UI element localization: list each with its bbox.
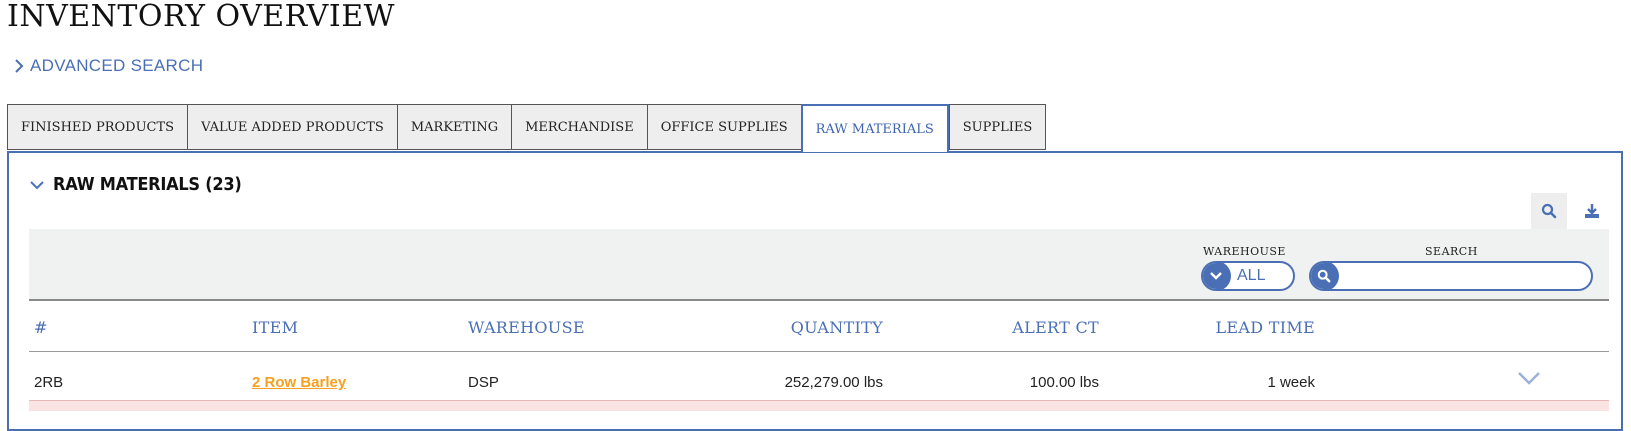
download-button[interactable] <box>1577 193 1607 229</box>
column-header-id[interactable]: # <box>34 318 48 337</box>
chevron-down-icon <box>1210 272 1222 280</box>
column-header-lead-time[interactable]: LEAD TIME <box>1199 318 1315 337</box>
tab-finished-products[interactable]: FINISHED PRODUCTS <box>7 104 188 150</box>
search-icon <box>1317 269 1331 283</box>
panel-title: RAW MATERIALS (23) <box>53 174 242 195</box>
tab-office-supplies[interactable]: OFFICE SUPPLIES <box>646 104 801 150</box>
filter-bar: WAREHOUSE SEARCH ALL <box>29 229 1609 301</box>
alert-row <box>29 400 1609 411</box>
raw-materials-panel: RAW MATERIALS (23) WAREHOUSE SEARCH ALL <box>7 151 1623 431</box>
cell-quantity: 252,279.00 lbs <box>784 374 883 391</box>
tab-marketing[interactable]: MARKETING <box>396 104 512 150</box>
cell-id: 2RB <box>34 374 64 391</box>
warehouse-select[interactable]: ALL <box>1201 261 1295 291</box>
warehouse-selected-value: ALL <box>1237 267 1266 284</box>
search-submit-button[interactable] <box>1311 263 1339 289</box>
advanced-search-label: ADVANCED SEARCH <box>30 56 204 75</box>
search-field[interactable] <box>1309 261 1593 291</box>
column-header-quantity[interactable]: QUANTITY <box>769 318 883 337</box>
tab-raw-materials[interactable]: RAW MATERIALS <box>800 104 949 152</box>
page-title: INVENTORY OVERVIEW <box>7 0 395 34</box>
row-expand-icon[interactable] <box>1517 369 1541 387</box>
panel-collapse-toggle[interactable]: RAW MATERIALS (23) <box>29 174 262 195</box>
column-header-warehouse[interactable]: WAREHOUSE <box>468 318 585 337</box>
table-header-divider <box>29 351 1609 352</box>
tab-supplies[interactable]: SUPPLIES <box>948 104 1047 150</box>
download-icon <box>1585 204 1599 218</box>
search-icon <box>1541 203 1557 219</box>
cell-lead-time: 1 week <box>1267 374 1315 391</box>
cell-warehouse: DSP <box>468 374 499 391</box>
cell-alert-ct: 100.00 lbs <box>1029 374 1099 391</box>
column-header-alert-ct[interactable]: ALERT CT <box>989 318 1099 337</box>
category-tabs: FINISHED PRODUCTS VALUE ADDED PRODUCTS M… <box>7 104 1047 152</box>
column-header-item[interactable]: ITEM <box>252 318 298 337</box>
toggle-search-button[interactable] <box>1531 193 1567 229</box>
search-filter-label: SEARCH <box>1425 245 1478 258</box>
advanced-search-toggle[interactable]: ADVANCED SEARCH <box>14 56 203 76</box>
chevron-right-icon <box>15 59 24 73</box>
tab-value-added-products[interactable]: VALUE ADDED PRODUCTS <box>187 104 397 150</box>
tab-merchandise[interactable]: MERCHANDISE <box>511 104 647 150</box>
warehouse-dropdown-button[interactable] <box>1203 263 1231 289</box>
search-input[interactable] <box>1345 263 1591 289</box>
chevron-down-icon <box>30 180 44 189</box>
warehouse-filter-label: WAREHOUSE <box>1203 245 1286 258</box>
cell-item-link[interactable]: 2 Row Barley <box>252 374 346 391</box>
